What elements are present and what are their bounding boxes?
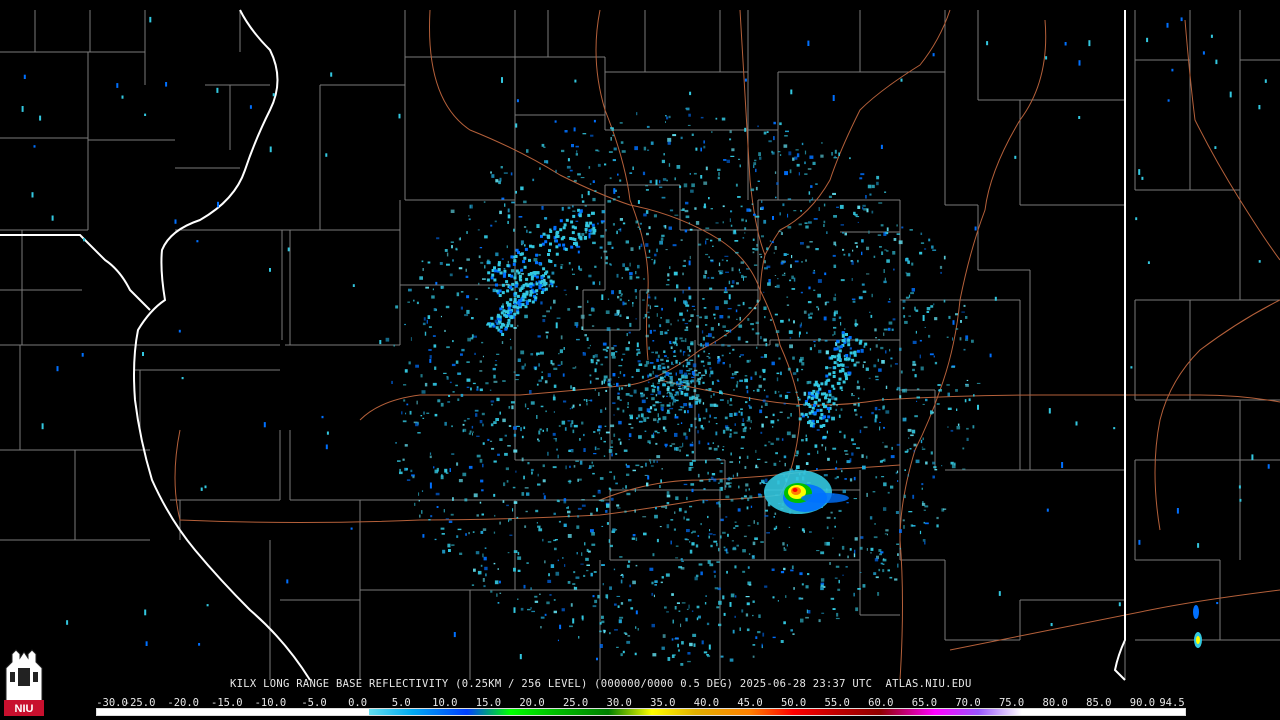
logo-text: NIU — [15, 703, 34, 715]
radar-map — [0, 9, 1280, 681]
radar-reflectivity-returns — [21, 16, 1270, 666]
niu-logo: NIU — [4, 649, 44, 716]
storm-cell — [764, 470, 1202, 648]
county-boundaries — [0, 10, 1280, 680]
product-caption: KILX LONG RANGE BASE REFLECTIVITY (0.25K… — [230, 678, 972, 690]
reflectivity-colorbar — [96, 708, 1186, 716]
